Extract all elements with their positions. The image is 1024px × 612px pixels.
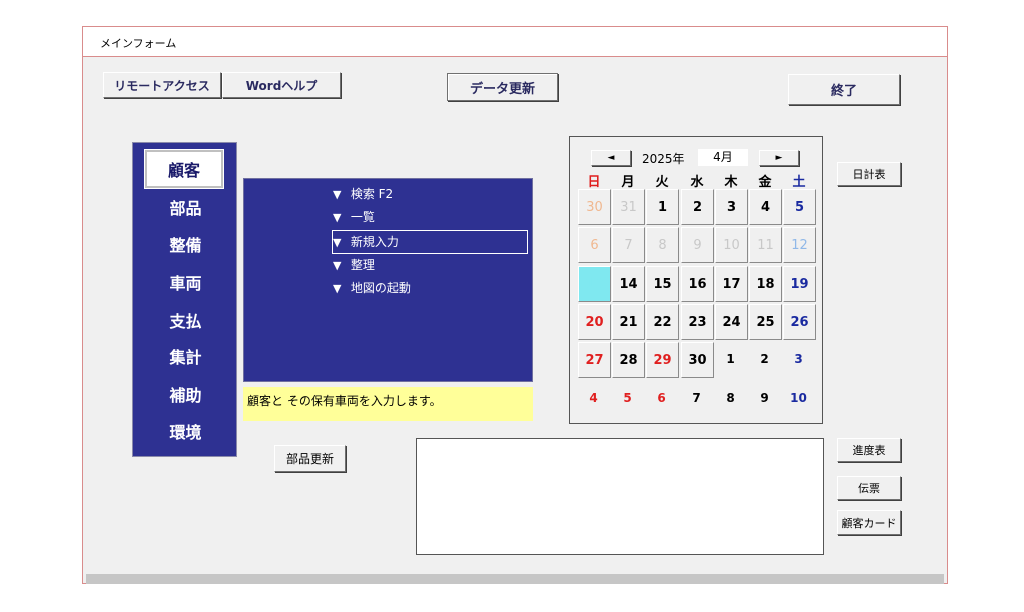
bottom-bar (86, 574, 944, 584)
calendar-day[interactable]: 17 (715, 266, 748, 302)
calendar-day[interactable]: 19 (783, 266, 816, 302)
calendar-day[interactable]: 5 (783, 189, 816, 225)
menu-item-organize[interactable]: ▼ 整理 (333, 254, 375, 276)
weekday-label: 日 (587, 175, 601, 190)
nav-item-parts[interactable]: 部品 (133, 195, 238, 219)
word-help-button[interactable]: Wordヘルプ (222, 72, 341, 98)
calendar-day[interactable]: 16 (681, 266, 714, 302)
calendar-day: 3 (794, 352, 803, 366)
calendar-day[interactable]: 10 (715, 227, 748, 263)
calendar-day: 2 (760, 352, 769, 366)
menu-item-list[interactable]: ▼ 一覧 (333, 206, 375, 228)
prev-month-button[interactable]: ◄ (591, 150, 631, 166)
calendar-day[interactable]: 29 (646, 342, 679, 378)
calendar-day-today[interactable]: 13 (578, 266, 611, 302)
nav-item-summary[interactable]: 集計 (133, 344, 238, 368)
calendar-day: 5 (623, 391, 632, 405)
calendar-day[interactable]: 24 (715, 304, 748, 340)
calendar-day[interactable]: 26 (783, 304, 816, 340)
calendar-day[interactable]: 2 (681, 189, 714, 225)
hint-text: 顧客と その保有車両を入力します。 (243, 387, 533, 421)
calendar-day[interactable]: 30 (681, 342, 714, 378)
nav-item-maintenance[interactable]: 整備 (133, 232, 238, 256)
menu-item-label: 一覧 (350, 210, 375, 224)
triangle-down-icon: ▼ (333, 259, 342, 272)
calendar-day[interactable]: 11 (749, 227, 782, 263)
exit-button[interactable]: 終了 (788, 74, 900, 105)
triangle-down-icon: ▼ (333, 236, 342, 249)
calendar-day: 9 (760, 391, 769, 405)
calendar: ◄ 2025年 4月 ► 日月火水木金土 30 31 1 2 3 4 5 6 7 8 9 10 11 12 1… (569, 136, 823, 424)
triangle-down-icon: ▼ (333, 211, 342, 224)
calendar-day[interactable]: 9 (681, 227, 714, 263)
customer-card-button[interactable]: 顧客カード (837, 510, 901, 535)
calendar-month[interactable]: 4月 (698, 149, 748, 166)
calendar-day: 4 (589, 391, 598, 405)
parts-update-button[interactable]: 部品更新 (274, 445, 346, 472)
calendar-day[interactable]: 18 (749, 266, 782, 302)
title-bar (83, 27, 947, 57)
nav-item-vehicle[interactable]: 車両 (133, 270, 238, 294)
submenu-panel: ▼ 検索 F2 ▼ 一覧 ▼ 新規入力 ▼ 整理 ▼ 地図の起動 (243, 178, 533, 382)
output-area (416, 438, 824, 555)
calendar-year: 2025年 (642, 152, 685, 166)
next-month-button[interactable]: ► (759, 150, 799, 166)
calendar-day[interactable]: 20 (578, 304, 611, 340)
triangle-down-icon: ▼ (333, 282, 342, 295)
menu-item-search[interactable]: ▼ 検索 F2 (333, 183, 393, 205)
weekday-label: 水 (690, 175, 704, 190)
calendar-day: 10 (790, 391, 807, 405)
calendar-day[interactable]: 4 (749, 189, 782, 225)
calendar-day[interactable]: 25 (749, 304, 782, 340)
triangle-down-icon: ▼ (333, 188, 342, 201)
calendar-day[interactable]: 14 (612, 266, 645, 302)
calendar-day[interactable]: 21 (612, 304, 645, 340)
calendar-day[interactable]: 30 (578, 189, 611, 225)
nav-item-environment[interactable]: 環境 (133, 419, 238, 443)
calendar-day[interactable]: 8 (646, 227, 679, 263)
slip-button[interactable]: 伝票 (837, 476, 901, 500)
calendar-day[interactable]: 15 (646, 266, 679, 302)
calendar-day[interactable]: 23 (681, 304, 714, 340)
calendar-day: 7 (692, 391, 701, 405)
menu-item-map[interactable]: ▼ 地図の起動 (333, 277, 411, 299)
calendar-day: 1 (726, 352, 735, 366)
weekday-label: 月 (621, 175, 635, 190)
menu-item-new-entry[interactable]: ▼ 新規入力 (332, 230, 528, 254)
calendar-day[interactable]: 3 (715, 189, 748, 225)
nav-item-payment[interactable]: 支払 (133, 308, 238, 332)
calendar-day[interactable]: 31 (612, 189, 645, 225)
menu-item-label: 検索 F2 (350, 187, 394, 201)
category-nav: 顧客 部品 整備 車両 支払 集計 補助 環境 (132, 142, 237, 457)
remote-access-button[interactable]: リモートアクセス (103, 72, 221, 98)
menu-item-label: 整理 (350, 258, 375, 272)
weekday-label: 木 (724, 175, 738, 190)
calendar-day: 8 (726, 391, 735, 405)
weekday-label: 土 (792, 175, 806, 190)
nav-item-auxiliary[interactable]: 補助 (133, 382, 238, 406)
daily-report-button[interactable]: 日計表 (837, 162, 901, 186)
calendar-day[interactable]: 28 (612, 342, 645, 378)
weekday-label: 金 (758, 175, 772, 190)
menu-item-label: 新規入力 (350, 235, 399, 249)
calendar-day: 6 (657, 391, 666, 405)
progress-table-button[interactable]: 進度表 (837, 438, 901, 462)
data-update-button[interactable]: データ更新 (447, 73, 558, 101)
calendar-day[interactable]: 12 (783, 227, 816, 263)
weekday-label: 火 (655, 175, 669, 190)
menu-item-label: 地図の起動 (350, 281, 411, 295)
calendar-day[interactable]: 27 (578, 342, 611, 378)
calendar-day[interactable]: 1 (646, 189, 679, 225)
calendar-day[interactable]: 22 (646, 304, 679, 340)
calendar-day[interactable]: 7 (612, 227, 645, 263)
calendar-day[interactable]: 6 (578, 227, 611, 263)
nav-item-customer[interactable]: 顧客 (144, 149, 224, 189)
window-title: メインフォーム (100, 37, 177, 50)
